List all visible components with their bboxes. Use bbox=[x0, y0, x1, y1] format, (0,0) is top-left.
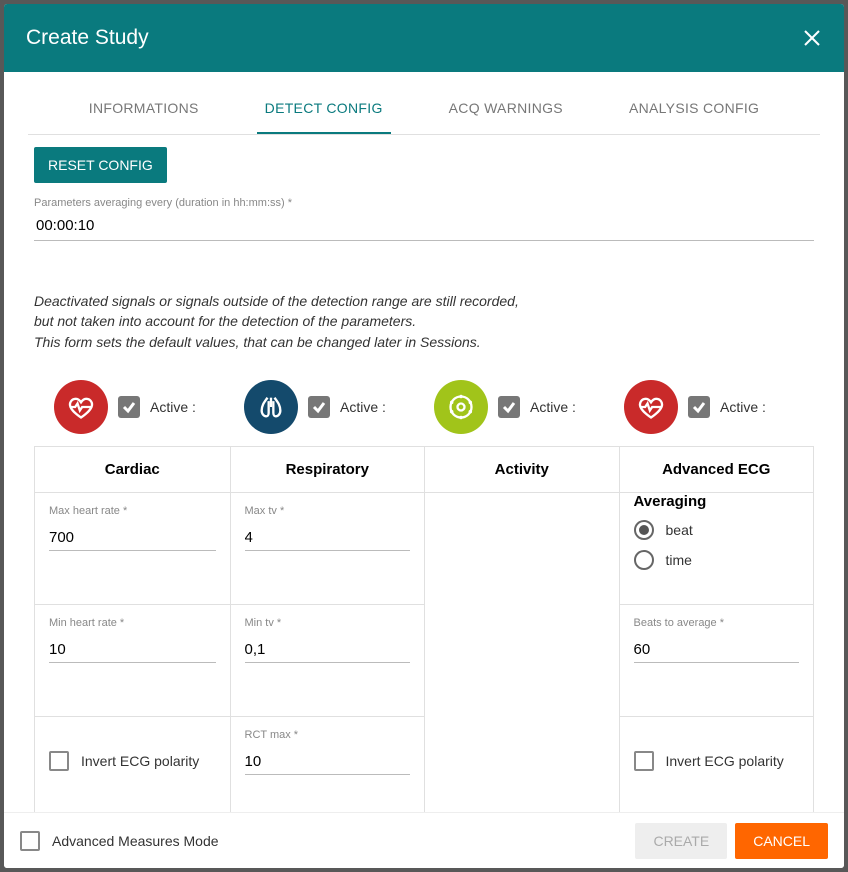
lungs-icon bbox=[244, 380, 298, 434]
create-button[interactable]: CREATE bbox=[635, 823, 727, 859]
signal-respiratory: Active : bbox=[244, 380, 434, 434]
params-grid: Cardiac Max heart rate * Min heart rate … bbox=[34, 446, 814, 812]
col-advanced-ecg: Advanced ECG Averaging beat time bbox=[619, 447, 814, 812]
min-heart-rate-label: Min heart rate * bbox=[49, 617, 216, 629]
col-respiratory-title: Respiratory bbox=[231, 447, 425, 493]
col-activity-title: Activity bbox=[425, 447, 619, 493]
beats-to-average-input[interactable] bbox=[634, 635, 800, 663]
min-tv-cell: Min tv * bbox=[231, 605, 425, 717]
activity-active-checkbox[interactable] bbox=[498, 396, 520, 418]
signal-toggles: Active : Active : Active : bbox=[54, 380, 814, 434]
activity-icon bbox=[434, 380, 488, 434]
note-line: This form sets the default values, that … bbox=[34, 332, 814, 352]
col-cardiac-title: Cardiac bbox=[35, 447, 230, 493]
active-label: Active : bbox=[530, 399, 576, 415]
advanced-invert-ecg-label: Invert ECG polarity bbox=[666, 753, 784, 769]
close-icon bbox=[803, 29, 821, 47]
info-note: Deactivated signals or signals outside o… bbox=[34, 291, 814, 352]
advanced-invert-ecg-cell: Invert ECG polarity bbox=[620, 717, 814, 812]
modal-header: Create Study bbox=[4, 4, 844, 72]
create-study-modal: Create Study INFORMATIONS DETECT CONFIG … bbox=[4, 4, 844, 868]
note-line: Deactivated signals or signals outside o… bbox=[34, 291, 814, 311]
radio-icon bbox=[634, 520, 654, 540]
col-advanced-ecg-title: Advanced ECG bbox=[620, 447, 814, 493]
modal-footer: Advanced Measures Mode CREATE CANCEL bbox=[4, 812, 844, 868]
modal-title: Create Study bbox=[26, 26, 149, 50]
advanced-mode-checkbox[interactable] bbox=[20, 831, 40, 851]
cardiac-active-checkbox[interactable] bbox=[118, 396, 140, 418]
radio-beat-label: beat bbox=[666, 522, 693, 538]
radio-icon bbox=[634, 550, 654, 570]
beats-to-average-cell: Beats to average * bbox=[620, 605, 814, 717]
active-label: Active : bbox=[340, 399, 386, 415]
averaging-title: Averaging bbox=[634, 493, 800, 510]
modal-body[interactable]: INFORMATIONS DETECT CONFIG ACQ WARNINGS … bbox=[4, 72, 844, 812]
note-line: but not taken into account for the detec… bbox=[34, 311, 814, 331]
col-cardiac: Cardiac Max heart rate * Min heart rate … bbox=[35, 447, 230, 812]
signal-advanced-ecg: Active : bbox=[624, 380, 814, 434]
max-heart-rate-label: Max heart rate * bbox=[49, 505, 216, 517]
rct-max-input[interactable] bbox=[245, 747, 411, 775]
ecg-icon bbox=[624, 380, 678, 434]
advanced-mode-label: Advanced Measures Mode bbox=[52, 833, 219, 849]
tab-analysis-config[interactable]: ANALYSIS CONFIG bbox=[621, 100, 767, 134]
heart-icon bbox=[54, 380, 108, 434]
averaging-time-radio[interactable]: time bbox=[634, 550, 800, 570]
invert-ecg-checkbox[interactable] bbox=[49, 751, 69, 771]
reset-config-button[interactable]: RESET CONFIG bbox=[34, 147, 167, 183]
min-heart-rate-cell: Min heart rate * bbox=[35, 605, 230, 717]
active-label: Active : bbox=[720, 399, 766, 415]
advanced-invert-ecg-checkbox[interactable] bbox=[634, 751, 654, 771]
min-heart-rate-input[interactable] bbox=[49, 635, 216, 663]
tab-detect-config[interactable]: DETECT CONFIG bbox=[257, 100, 391, 134]
avg-duration-field: Parameters averaging every (duration in … bbox=[34, 197, 814, 241]
active-label: Active : bbox=[150, 399, 196, 415]
tab-acq-warnings[interactable]: ACQ WARNINGS bbox=[441, 100, 571, 134]
rct-max-label: RCT max * bbox=[245, 729, 411, 741]
min-tv-input[interactable] bbox=[245, 635, 411, 663]
respiratory-active-checkbox[interactable] bbox=[308, 396, 330, 418]
rct-max-cell: RCT max * bbox=[231, 717, 425, 812]
max-heart-rate-input[interactable] bbox=[49, 523, 216, 551]
averaging-cell: Averaging beat time bbox=[620, 493, 814, 605]
col-respiratory: Respiratory Max tv * Min tv * RCT max * bbox=[230, 447, 425, 812]
signal-activity: Active : bbox=[434, 380, 624, 434]
close-button[interactable] bbox=[802, 28, 822, 48]
signal-cardiac: Active : bbox=[54, 380, 244, 434]
min-tv-label: Min tv * bbox=[245, 617, 411, 629]
max-tv-input[interactable] bbox=[245, 523, 411, 551]
avg-duration-label: Parameters averaging every (duration in … bbox=[34, 197, 814, 209]
tabs: INFORMATIONS DETECT CONFIG ACQ WARNINGS … bbox=[28, 72, 820, 135]
col-activity: Activity bbox=[424, 447, 619, 812]
radio-time-label: time bbox=[666, 552, 692, 568]
max-heart-rate-cell: Max heart rate * bbox=[35, 493, 230, 605]
invert-ecg-label: Invert ECG polarity bbox=[81, 753, 199, 769]
avg-duration-input[interactable] bbox=[34, 209, 814, 241]
beats-to-average-label: Beats to average * bbox=[634, 617, 800, 629]
advanced-ecg-active-checkbox[interactable] bbox=[688, 396, 710, 418]
max-tv-cell: Max tv * bbox=[231, 493, 425, 605]
averaging-beat-radio[interactable]: beat bbox=[634, 520, 800, 540]
invert-ecg-cell: Invert ECG polarity bbox=[35, 717, 230, 812]
tab-informations[interactable]: INFORMATIONS bbox=[81, 100, 207, 134]
max-tv-label: Max tv * bbox=[245, 505, 411, 517]
cancel-button[interactable]: CANCEL bbox=[735, 823, 828, 859]
